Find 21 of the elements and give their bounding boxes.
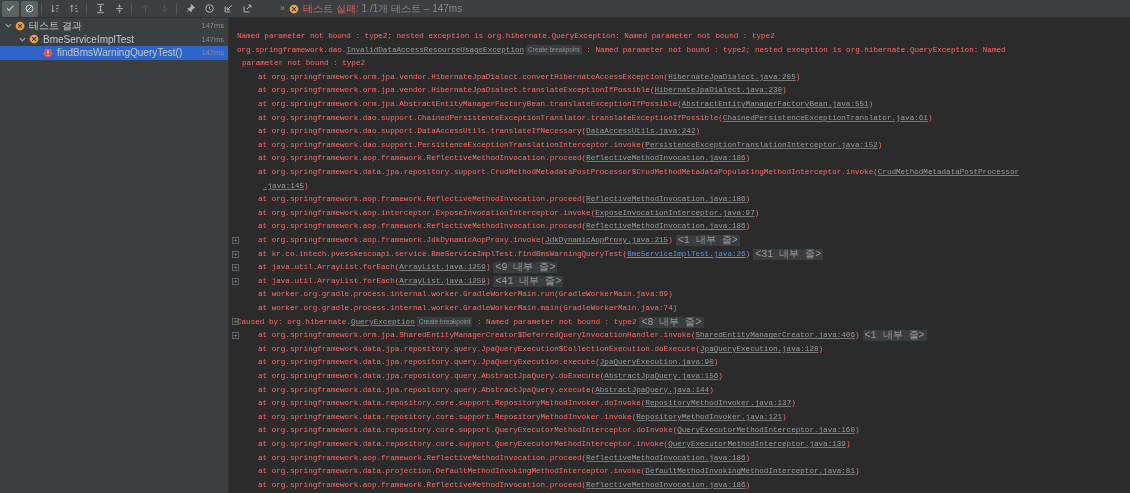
status-text: 1 /1개 테스트 – 147ms xyxy=(361,2,463,16)
folded-lines-badge[interactable]: <41 내부 줄> xyxy=(493,276,564,287)
folded-lines-badge[interactable]: <9 내부 줄> xyxy=(493,262,558,274)
failed-icon xyxy=(29,34,39,45)
folded-lines-badge[interactable]: <1 내부 줄> xyxy=(675,235,740,247)
tree-label: findBmsWarningQueryTest() xyxy=(57,46,184,61)
tree-label: BmeServiceImplTest xyxy=(43,32,136,47)
expand-icon[interactable] xyxy=(232,250,239,258)
expand-icon[interactable] xyxy=(232,264,239,272)
status-label: 테스트 실패: xyxy=(303,2,359,16)
failed-icon xyxy=(289,3,299,14)
expand-icon[interactable] xyxy=(232,236,239,244)
folded-lines-badge[interactable]: <31 내부 줄> xyxy=(753,248,824,260)
more-button[interactable]: » xyxy=(280,1,285,16)
folded-lines-badge[interactable]: <1 내부 줄> xyxy=(862,330,927,342)
expand-icon[interactable] xyxy=(232,332,239,340)
error-icon xyxy=(43,47,53,58)
folded-lines-badge[interactable]: <8 내부 줄> xyxy=(639,316,704,328)
expand-icon[interactable] xyxy=(232,318,239,326)
tree-label: 테스트 결과 xyxy=(29,19,83,34)
expand-icon[interactable] xyxy=(232,277,239,285)
